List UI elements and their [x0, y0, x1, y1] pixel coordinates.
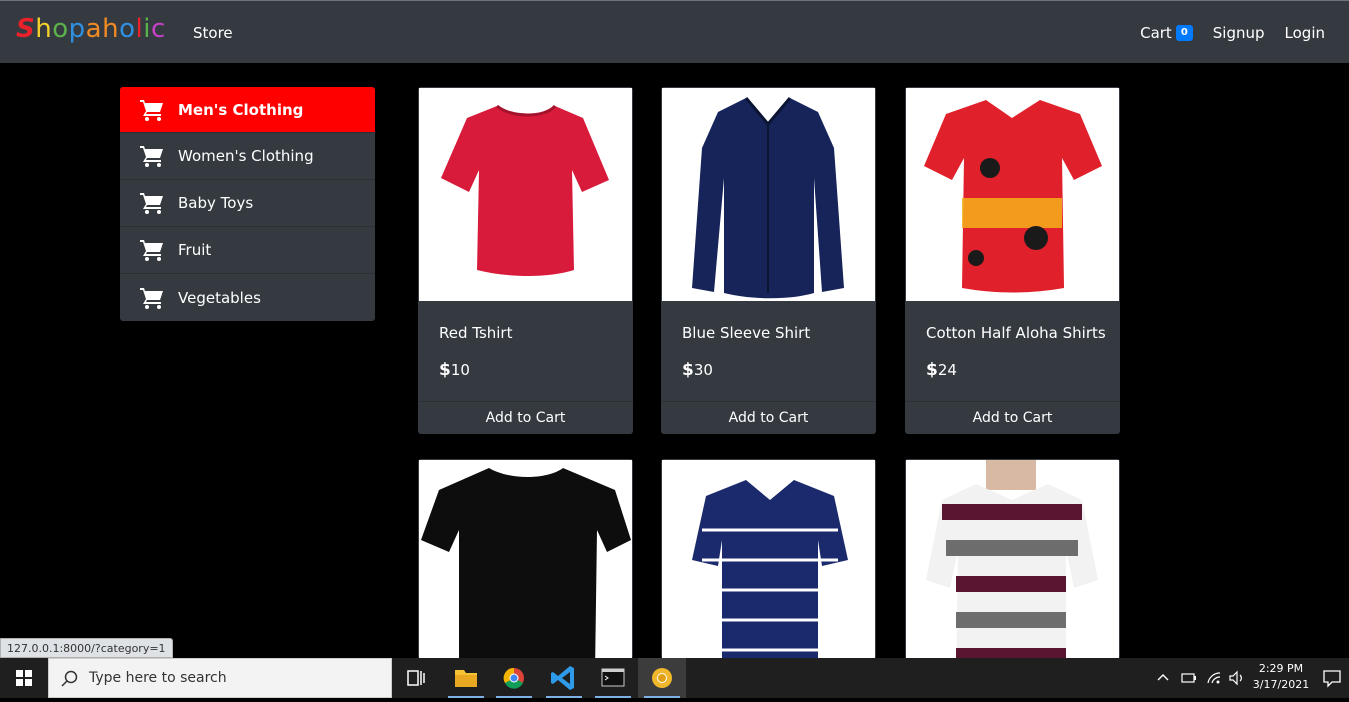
taskbar-terminal[interactable]: [589, 658, 637, 698]
product-image-aloha-shirt[interactable]: [906, 88, 1119, 301]
product-title: Blue Sleeve Shirt: [682, 324, 811, 342]
brand-letter: S: [16, 14, 36, 44]
chevron-up-icon[interactable]: [1156, 671, 1170, 685]
product-card: [905, 459, 1120, 659]
volume-icon[interactable]: [1228, 670, 1246, 686]
cart-label: Cart: [1140, 24, 1172, 42]
product-card: [418, 459, 633, 659]
shopping-cart-icon: [140, 99, 163, 121]
add-to-cart-button[interactable]: Add to Cart: [661, 401, 876, 434]
shopping-cart-icon: [140, 240, 163, 261]
sidebar-item-label: Baby Toys: [178, 194, 254, 212]
cart-count-badge: 0: [1175, 25, 1193, 41]
search-icon: [61, 670, 78, 687]
product-price: $30: [682, 360, 713, 380]
taskbar-clock[interactable]: 2:29 PM 3/17/2021: [1250, 661, 1312, 693]
taskbar-chrome-canary[interactable]: [638, 658, 686, 698]
taskbar-search-input[interactable]: Type here to search: [48, 658, 392, 698]
nav-login-link[interactable]: Login: [1285, 24, 1325, 42]
shopping-cart-icon: [140, 287, 163, 309]
brand-letter: o: [119, 14, 136, 44]
sidebar-item-label: Fruit: [178, 241, 212, 259]
product-image-blue-shirt[interactable]: [662, 88, 875, 301]
windows-taskbar: Type here to search 2:29 PM 3/17/2021: [0, 658, 1349, 698]
product-image-red-tshirt[interactable]: [419, 88, 632, 301]
taskbar-chrome[interactable]: [490, 658, 538, 698]
task-view-button[interactable]: [392, 658, 440, 698]
add-to-cart-button[interactable]: Add to Cart: [905, 401, 1120, 434]
sidebar-item-womens-clothing[interactable]: Women's Clothing: [120, 133, 375, 180]
sidebar-item-label: Women's Clothing: [178, 147, 314, 165]
sidebar-item-label: Vegetables: [178, 288, 261, 307]
product-title: Red Tshirt: [439, 324, 513, 342]
brand-letter: i: [143, 14, 151, 44]
nav-cart-link[interactable]: Cart 0: [1140, 24, 1193, 42]
clock-date: 3/17/2021: [1252, 678, 1310, 691]
brand-letter: a: [85, 14, 103, 44]
nav-right: Cart 0 Signup Login: [1120, 24, 1325, 42]
sidebar-item-baby-toys[interactable]: Baby Toys: [120, 180, 375, 227]
taskbar-file-explorer[interactable]: [442, 658, 490, 698]
terminal-icon: [601, 668, 625, 687]
clock-time: 2:29 PM: [1258, 662, 1304, 675]
brand-letter: l: [135, 14, 144, 44]
navbar: Shopaholic Store Cart 0 Signup Login: [0, 0, 1349, 63]
brand-letter: h: [35, 14, 53, 44]
product-card: [661, 459, 876, 659]
nav-store-link[interactable]: Store: [193, 24, 233, 42]
chrome-canary-icon: [652, 668, 672, 688]
vscode-icon: [551, 666, 574, 690]
sidebar-item-fruit[interactable]: Fruit: [120, 227, 375, 274]
brand-letter: o: [52, 14, 69, 44]
wifi-icon[interactable]: [1206, 670, 1222, 686]
sidebar-item-vegetables[interactable]: Vegetables: [120, 274, 375, 321]
taskbar-vscode[interactable]: [540, 658, 588, 698]
shopping-cart-icon: [140, 193, 163, 214]
task-view-icon: [407, 670, 425, 686]
brand-logo[interactable]: Shopaholic: [16, 14, 166, 44]
product-image-blue-striped-polo[interactable]: [662, 460, 875, 659]
shopping-cart-icon: [140, 146, 163, 167]
battery-icon[interactable]: [1180, 670, 1198, 686]
add-to-cart-button[interactable]: Add to Cart: [418, 401, 633, 434]
product-price: $10: [439, 360, 470, 380]
search-placeholder: Type here to search: [89, 670, 227, 686]
sidebar-item-mens-clothing[interactable]: Men's Clothing: [120, 87, 375, 133]
folder-icon: [455, 670, 477, 687]
product-title: Cotton Half Aloha Shirts: [926, 324, 1106, 342]
windows-logo-icon: [16, 670, 32, 686]
sidebar-item-label: Men's Clothing: [178, 100, 304, 119]
brand-letter: p: [68, 14, 86, 44]
windows-start-button[interactable]: [0, 658, 48, 698]
product-card: Cotton Half Aloha Shirts $24 Add to Cart: [905, 87, 1120, 434]
notification-icon[interactable]: [1322, 668, 1342, 688]
product-image-striped-polo[interactable]: [906, 460, 1119, 659]
product-card: Red Tshirt $10 Add to Cart: [418, 87, 633, 434]
product-image-black-tshirt[interactable]: [419, 460, 632, 659]
category-sidebar: Men's Clothing Women's Clothing Baby Toy…: [120, 87, 375, 321]
status-url-tooltip: 127.0.0.1:8000/?category=1: [0, 638, 173, 658]
nav-signup-link[interactable]: Signup: [1213, 24, 1265, 42]
product-card: Blue Sleeve Shirt $30 Add to Cart: [661, 87, 876, 434]
chrome-icon: [503, 667, 524, 689]
brand-letter: c: [150, 14, 166, 44]
brand-letter: h: [102, 14, 120, 44]
product-price: $24: [926, 360, 957, 380]
